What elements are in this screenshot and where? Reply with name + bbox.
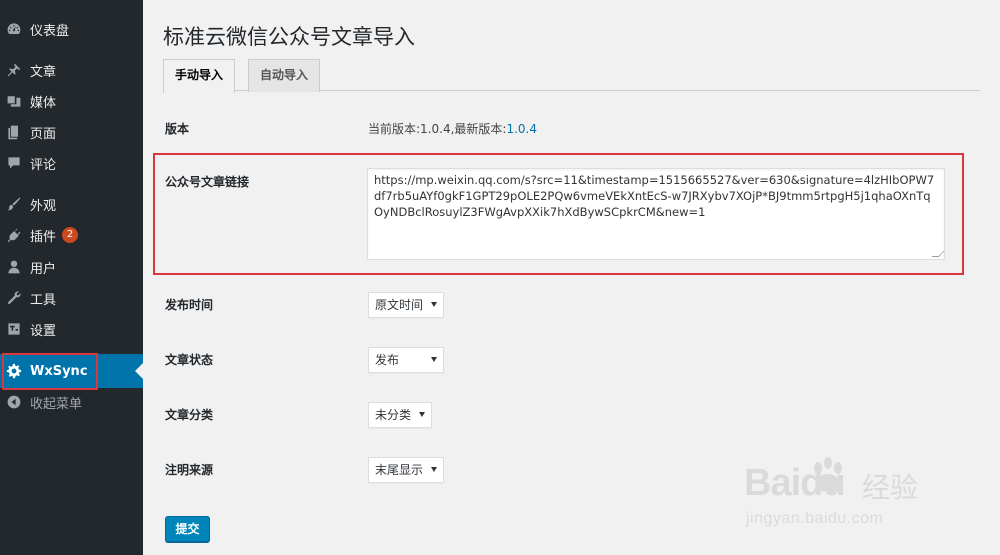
tab-manual-import[interactable]: 手动导入 [163, 59, 236, 93]
sidebar-item-label: WxSync [30, 363, 88, 379]
sidebar-item-tools[interactable]: 工具 [0, 281, 143, 315]
article-category-select[interactable]: 未分类 [368, 402, 432, 428]
sidebar-item-comments[interactable]: 评论 [0, 146, 143, 180]
active-menu-arrow [135, 363, 143, 379]
admin-sidebar: 仪表盘 文章 媒体 页面 评论 外观 插件 2 用户 工具 设置 WxSync … [0, 0, 143, 555]
sidebar-item-posts[interactable]: 文章 [0, 53, 143, 87]
sidebar-item-dashboard[interactable]: 仪表盘 [0, 12, 143, 46]
collapse-menu-button[interactable]: 收起菜单 [0, 385, 143, 419]
page-icon [6, 124, 22, 140]
sidebar-item-media[interactable]: 媒体 [0, 84, 143, 118]
sidebar-item-label: 页面 [30, 126, 57, 142]
latest-version-link[interactable]: 1.0.4 [506, 122, 537, 136]
chevron-down-icon [431, 357, 437, 362]
article-url-textarea[interactable]: https://mp.weixin.qq.com/s?src=11&timest… [367, 168, 945, 260]
media-icon [6, 93, 22, 109]
submit-button[interactable]: 提交 [165, 516, 210, 542]
sidebar-item-settings[interactable]: 设置 [0, 312, 143, 346]
plugin-update-badge: 2 [62, 227, 79, 243]
sidebar-item-label: 文章 [30, 64, 57, 80]
page-title: 标准云微信公众号文章导入 [163, 25, 415, 49]
tab-bar: 手动导入 自动导入 [163, 59, 980, 93]
dashboard-icon [6, 21, 22, 37]
tab-auto-import[interactable]: 自动导入 [248, 59, 321, 92]
wrench-icon [6, 290, 22, 306]
watermark-brand: Baidu [744, 462, 846, 504]
paw-logo-icon [814, 457, 842, 492]
publish-time-select[interactable]: 原文时间 [368, 292, 444, 318]
article-url-label: 公众号文章链接 [165, 175, 250, 189]
sidebar-item-pages[interactable]: 页面 [0, 115, 143, 149]
baidu-jingyan-watermark: Baidu 经验 jingyan.baidu.com [744, 452, 964, 538]
gear-icon [6, 363, 22, 379]
article-status-select[interactable]: 发布 [368, 347, 444, 373]
brush-icon [6, 196, 22, 212]
settings-icon [6, 321, 22, 337]
source-note-selected: 末尾显示 [375, 463, 424, 477]
publish-time-label: 发布时间 [165, 298, 214, 312]
sidebar-item-label: 设置 [30, 323, 57, 339]
collapse-icon [6, 394, 22, 410]
watermark-url: jingyan.baidu.com [746, 510, 884, 527]
main-content: 标准云微信公众号文章导入 手动导入 自动导入 版本 当前版本:1.0.4,最新版… [143, 0, 1000, 555]
version-text: 当前版本:1.0.4,最新版本: [368, 122, 507, 136]
sidebar-item-label: 媒体 [30, 95, 57, 111]
comment-icon [6, 155, 22, 171]
chevron-down-icon [431, 302, 437, 307]
sidebar-item-label: 插件 [30, 229, 57, 245]
sidebar-item-appearance[interactable]: 外观 [0, 187, 143, 221]
sidebar-item-users[interactable]: 用户 [0, 250, 143, 284]
article-category-selected: 未分类 [375, 408, 412, 422]
publish-time-selected: 原文时间 [375, 298, 424, 312]
sidebar-item-wxsync[interactable]: WxSync [0, 354, 143, 388]
sidebar-item-label: 仪表盘 [30, 23, 70, 39]
version-value: 当前版本:1.0.4,最新版本:1.0.4 [368, 120, 537, 137]
article-status-selected: 发布 [375, 353, 400, 367]
plugin-icon [6, 227, 22, 243]
sidebar-item-plugins[interactable]: 插件 2 [0, 218, 143, 252]
source-note-label: 注明来源 [165, 463, 214, 477]
watermark-cn: 经验 [862, 471, 919, 504]
sidebar-item-label: 外观 [30, 198, 57, 214]
chevron-down-icon [431, 467, 437, 472]
article-url-value: https://mp.weixin.qq.com/s?src=11&timest… [374, 173, 935, 219]
version-label: 版本 [165, 122, 190, 136]
resize-handle[interactable] [931, 250, 944, 257]
sidebar-item-label: 用户 [30, 261, 57, 277]
sidebar-item-label: 工具 [30, 292, 57, 308]
user-icon [6, 259, 22, 275]
pin-icon [6, 62, 22, 78]
sidebar-item-label: 收起菜单 [30, 396, 83, 412]
article-category-label: 文章分类 [165, 408, 214, 422]
source-note-select[interactable]: 末尾显示 [368, 457, 444, 483]
chevron-down-icon [419, 412, 425, 417]
sidebar-item-label: 评论 [30, 157, 57, 173]
article-status-label: 文章状态 [165, 353, 214, 367]
